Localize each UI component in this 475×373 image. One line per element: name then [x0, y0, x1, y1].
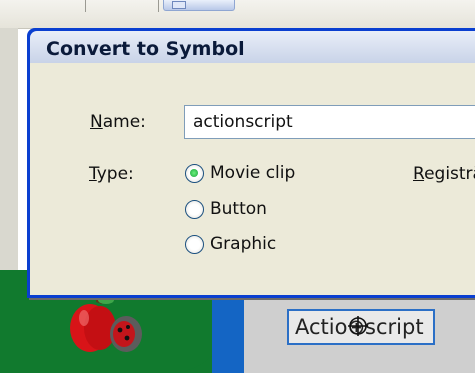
radio-button-label: Button — [210, 199, 267, 219]
radio-graphic-label: Graphic — [210, 234, 277, 254]
dropdown-arrow-icon[interactable] — [172, 1, 186, 9]
radio-movie-clip-label: Movie clip — [210, 163, 296, 183]
radio-button[interactable]: Button — [185, 197, 267, 221]
toolbar-separator — [85, 0, 86, 12]
radio-movie-clip[interactable]: Movie clip — [185, 161, 295, 185]
dialog-body: Name: Type: Registrā Movie clip Button G… — [30, 63, 475, 295]
radio-unchecked-icon[interactable] — [185, 199, 204, 219]
type-label: Type: — [89, 164, 134, 184]
toolbar-separator — [158, 0, 159, 12]
name-input[interactable] — [184, 105, 475, 139]
registration-label: Registrā — [413, 164, 475, 184]
apple-ladybug-graphic[interactable] — [66, 294, 148, 364]
name-label: Name: — [90, 112, 146, 132]
radio-checked-icon[interactable] — [185, 163, 204, 183]
radio-unchecked-icon[interactable] — [185, 234, 204, 254]
radio-graphic[interactable]: Graphic — [185, 232, 276, 256]
crosshair-cursor-icon — [348, 316, 368, 336]
app-toolbar — [0, 0, 475, 29]
toolbar-dropdown[interactable] — [163, 0, 235, 11]
convert-to-symbol-dialog: Convert to Symbol Name: Type: Registrā M… — [27, 28, 475, 298]
dialog-title: Convert to Symbol — [46, 38, 245, 60]
dialog-title-bar[interactable]: Convert to Symbol — [30, 31, 475, 63]
